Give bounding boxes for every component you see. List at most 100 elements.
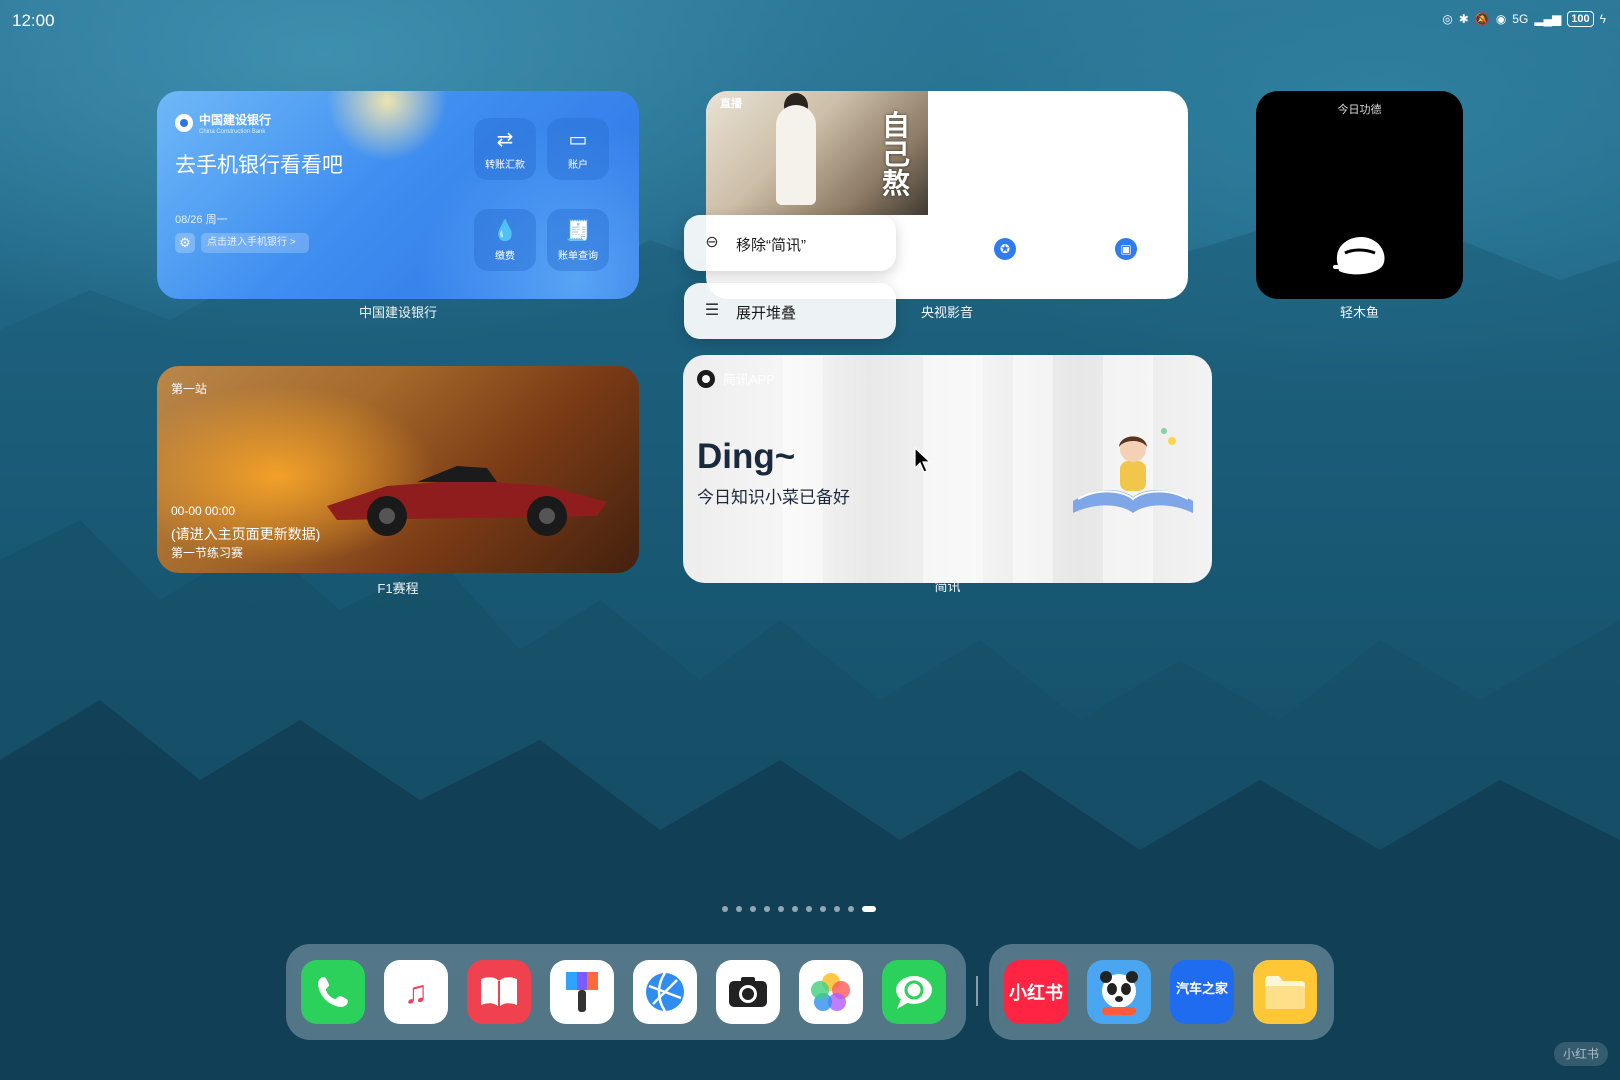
jianxun-logo-icon (697, 369, 715, 388)
dock-separator (976, 976, 978, 1006)
jianxun-widget[interactable]: 简讯APP Ding~ 今日知识小菜已备好 (683, 355, 1212, 583)
gear-icon[interactable]: ⚙ (175, 233, 195, 253)
themes-app[interactable] (550, 960, 614, 1024)
signal-icon: ▂▄▆ (1534, 12, 1562, 26)
jianxun-brand: 简讯APP (697, 369, 775, 388)
network-type: 5G (1512, 12, 1529, 26)
camera-icon (729, 977, 767, 1007)
messages-app[interactable] (882, 960, 946, 1024)
ccb-payment-button[interactable]: 💧 缴费 (474, 209, 536, 271)
bill-query-icon: 🧾 (565, 220, 591, 242)
folder-icon (1265, 976, 1305, 1009)
jianxun-title: Ding~ (697, 437, 796, 476)
ccb-logo-sub: China Construction Bank (199, 129, 266, 135)
menu-expand-stack[interactable]: ☰ 展开堆叠 (684, 283, 896, 339)
star-badge-icon[interactable]: ✪ (994, 238, 1016, 260)
ccb-bill-query-button[interactable]: 🧾 账单查询 (547, 209, 609, 271)
autohome-app[interactable]: 汽车之家 (1170, 960, 1234, 1024)
f1-stage: 第一站 (171, 382, 208, 396)
bg-column (1013, 355, 1053, 583)
status-icons: ◎ ✱ 🔕 ◉ 5G ▂▄▆ 100 ϟ (1442, 11, 1606, 27)
f1-update-message: (请进入主页面更新数据) (171, 526, 321, 542)
account-card-icon: ▭ (568, 129, 588, 151)
xiaohongshu-app[interactable]: 小红书 (1004, 960, 1068, 1024)
ccb-transfer-button[interactable]: ⇄ 转账汇款 (474, 118, 536, 180)
ccb-title: 去手机银行看看吧 (175, 154, 343, 177)
battery-level: 100 (1567, 11, 1594, 27)
girl-reading-book-illustration (1073, 428, 1193, 513)
page-dot[interactable] (848, 906, 854, 912)
ccb-account-button[interactable]: ▭ 账户 (547, 118, 609, 180)
ccb-logo-icon (175, 114, 193, 132)
f1-time: 00-00 00:00 (171, 504, 236, 518)
ccb-widget[interactable]: 中国建设银行 China Construction Bank 去手机银行看看吧 … (157, 91, 639, 299)
music-app[interactable]: ♫ (384, 960, 448, 1024)
f1-car-illustration (327, 466, 607, 536)
music-note-icon: ♫ (404, 974, 428, 1010)
xiaohongshu-icon: 小红书 (1009, 983, 1063, 1003)
bluetooth-icon: ✱ (1458, 12, 1469, 26)
status-bar: 12:00 ◎ ✱ 🔕 ◉ 5G ▂▄▆ 100 ϟ (0, 0, 1620, 40)
ccb-widget-caption: 中国建设银行 (358, 305, 437, 320)
ccb-logo-name: 中国建设银行 (199, 113, 272, 127)
ccb-enter-link[interactable]: 点击进入手机银行 > (201, 233, 309, 253)
panda-game-app[interactable] (1087, 960, 1151, 1024)
paintbrush-icon (566, 972, 598, 1012)
bg-column (923, 355, 983, 583)
transfer-icon: ⇄ (496, 129, 514, 151)
menu-item-label: 移除“简讯” (736, 237, 806, 254)
panda-icon (1100, 971, 1138, 1015)
phone-app[interactable] (301, 960, 365, 1024)
tv-screen-icon[interactable]: ▣ (1115, 238, 1137, 260)
gallery-app[interactable] (799, 960, 863, 1024)
page-dot[interactable] (820, 906, 826, 912)
watermark-badge: 小红书 (1554, 1042, 1608, 1066)
f1-widget[interactable]: 第一站 00-00 00:00 (请进入主页面更新数据) 第一节练习赛 (157, 366, 639, 573)
charging-icon: ϟ (1599, 12, 1606, 26)
book-icon (481, 977, 517, 1007)
browser-app[interactable] (633, 960, 697, 1024)
cctv-vertical-title: 自己熬 (882, 110, 911, 199)
qingmuyu-widget[interactable]: 今日功德 (1256, 91, 1463, 299)
mouse-cursor-icon (914, 447, 932, 473)
hotspot-icon: ◉ (1495, 12, 1507, 26)
menu-remove-jianxun[interactable]: ⊖ 移除“简讯” (684, 215, 896, 271)
phone-icon (318, 977, 348, 1007)
page-dot[interactable] (764, 906, 770, 912)
payment-drop-icon: 💧 (492, 220, 518, 242)
dock-main: ♫ (286, 944, 966, 1040)
page-dot[interactable] (750, 906, 756, 912)
page-dot-active[interactable] (862, 906, 876, 912)
nfc-icon: ◎ (1442, 12, 1453, 26)
autohome-icon: 汽车之家 (1175, 980, 1228, 996)
page-dot[interactable] (806, 906, 812, 912)
mute-bell-icon: 🔕 (1474, 12, 1490, 26)
f1-widget-caption: F1赛程 (377, 581, 419, 596)
chat-bubble-icon (896, 976, 932, 1009)
ccb-logo: 中国建设银行 China Construction Bank (175, 111, 271, 135)
books-app[interactable] (467, 960, 531, 1024)
photos-flower-icon (811, 973, 850, 1011)
dock-recent-apps: 小红书 汽车之家 (989, 944, 1334, 1040)
f1-session: 第一节练习赛 (171, 546, 244, 560)
menu-item-label: 展开堆叠 (736, 305, 797, 322)
cctv-live-tag: 直播 (720, 98, 742, 110)
qingmuyu-widget-caption: 轻木鱼 (1339, 305, 1379, 320)
files-app[interactable] (1253, 960, 1317, 1024)
page-dot[interactable] (722, 906, 728, 912)
page-dot[interactable] (792, 906, 798, 912)
page-dot[interactable] (736, 906, 742, 912)
remove-circle-icon: ⊖ (705, 234, 719, 251)
wooden-fish-icon[interactable] (1331, 231, 1389, 277)
qingmuyu-title: 今日功德 (1337, 104, 1382, 116)
status-time: 12:00 (12, 11, 55, 30)
globe-icon (646, 972, 684, 1012)
jianxun-subtitle: 今日知识小菜已备好 (697, 488, 850, 507)
jianxun-widget-caption: 简讯 (934, 579, 961, 594)
cctv-video-thumbnail[interactable]: 直播 自己熬 (706, 91, 928, 215)
page-dot[interactable] (778, 906, 784, 912)
camera-app[interactable] (716, 960, 780, 1024)
page-dot[interactable] (834, 906, 840, 912)
ccb-date: 08/26 周一 (175, 214, 228, 226)
page-indicator[interactable] (722, 906, 876, 912)
